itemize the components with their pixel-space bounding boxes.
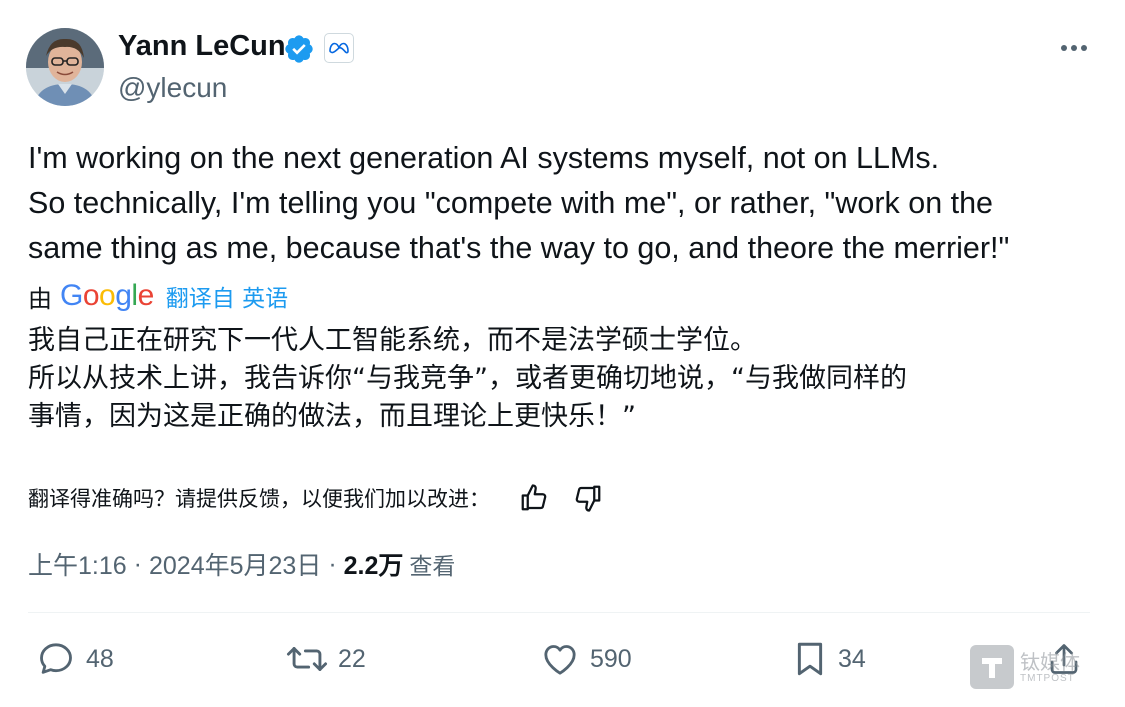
watermark: 钛媒体 TMTPOST <box>970 642 1120 692</box>
bookmark-count: 34 <box>838 644 866 673</box>
like-button[interactable]: 590 <box>540 636 632 682</box>
watermark-text-en: TMTPOST <box>1020 672 1075 684</box>
views-count[interactable]: 2.2万 <box>344 546 404 582</box>
tweet-text-line: So technically, I'm telling you "compete… <box>28 186 994 220</box>
meta-separator: · <box>328 549 337 578</box>
tweet-meta: 上午1:16 · 2024年5月23日 · 2.2万 查看 <box>28 544 455 584</box>
tmtpost-logo-icon <box>970 645 1014 689</box>
thumbs-down-button[interactable] <box>570 480 606 516</box>
retweet-icon <box>286 647 328 671</box>
translated-text-line: 所以从技术上讲，我告诉你“与我竞争”，或者更确切地说，“与我做同样的 <box>28 363 907 394</box>
reply-count: 48 <box>86 644 114 673</box>
thumbs-up-button[interactable] <box>516 480 552 516</box>
translation-source-link[interactable]: 翻译自 英语 <box>166 279 288 313</box>
reply-button[interactable]: 48 <box>36 636 114 682</box>
watermark-text: 钛媒体 TMTPOST <box>1020 651 1080 684</box>
retweet-button[interactable]: 22 <box>286 636 366 682</box>
tweet-time[interactable]: 上午1:16 <box>28 546 127 582</box>
author-handle[interactable]: @ylecun <box>118 72 227 104</box>
more-dots-icon <box>1061 45 1087 51</box>
tweet-detail: Yann LeCun @ylecun I'm working on the ne… <box>0 0 1125 707</box>
like-count: 590 <box>590 644 632 673</box>
tweet-text-line: I'm working on the next generation AI sy… <box>28 141 940 175</box>
bookmark-button[interactable]: 34 <box>792 636 866 682</box>
watermark-text-cn: 钛媒体 <box>1020 649 1080 674</box>
translated-text-line: 我自己正在研究下一代人工智能系统，而不是法学硕士学位。 <box>28 325 757 356</box>
reply-icon <box>40 643 72 674</box>
bookmark-icon <box>797 642 823 676</box>
author-avatar[interactable] <box>26 28 104 106</box>
divider <box>28 612 1090 613</box>
tweet-text-line: same thing as me, because that's the way… <box>28 231 1010 265</box>
translation-feedback: 翻译得准确吗？请提供反馈，以便我们加以改进： <box>28 478 624 518</box>
views-label: 查看 <box>409 554 456 580</box>
verified-badge-icon <box>283 33 315 65</box>
feedback-prompt: 翻译得准确吗？请提供反馈，以便我们加以改进： <box>28 487 490 511</box>
google-logo: Google <box>60 279 154 312</box>
translated-by-prefix: 由 <box>28 284 52 313</box>
thumbs-down-icon <box>575 485 601 512</box>
heart-icon <box>544 645 576 675</box>
tweet-text: I'm working on the next generation AI sy… <box>28 136 1108 271</box>
translation-attribution: 由 Google 翻译自 英语 <box>28 276 288 316</box>
meta-logo-icon[interactable] <box>324 33 354 63</box>
translated-text: 我自己正在研究下一代人工智能系统，而不是法学硕士学位。 所以从技术上讲，我告诉你… <box>28 322 1098 436</box>
tweet-date[interactable]: 2024年5月23日 <box>149 546 321 582</box>
more-options-button[interactable] <box>1056 34 1092 62</box>
translated-text-line: 事情，因为这是正确的做法，而且理论上更快乐！” <box>28 401 636 432</box>
meta-separator: · <box>133 549 142 578</box>
thumbs-up-icon <box>521 484 547 511</box>
retweet-count: 22 <box>338 644 366 673</box>
author-name[interactable]: Yann LeCun <box>118 30 286 63</box>
